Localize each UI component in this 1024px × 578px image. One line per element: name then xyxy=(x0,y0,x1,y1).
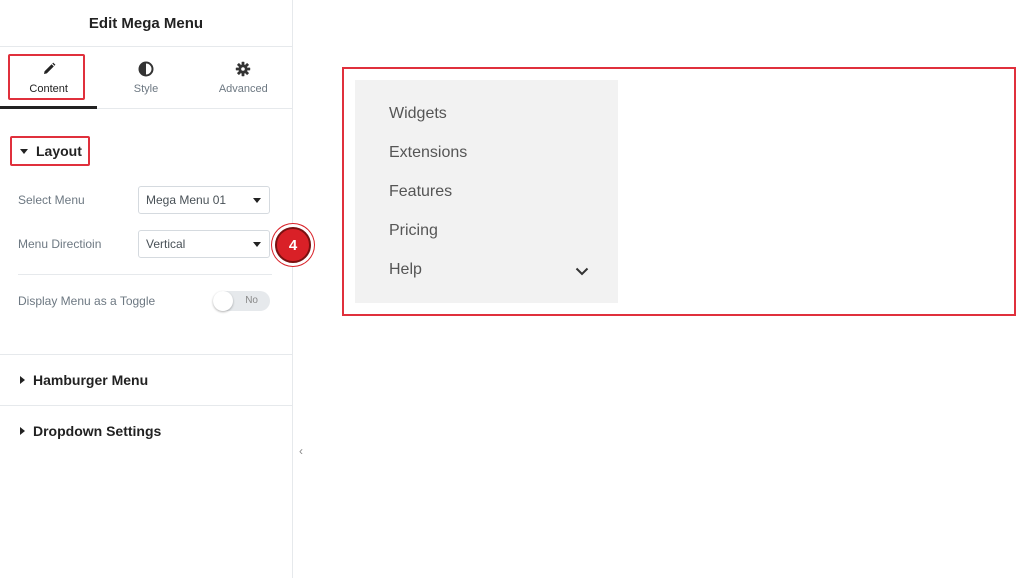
editor-panel: Edit Mega Menu Content Style Advanced La… xyxy=(0,0,293,578)
caret-right-icon xyxy=(20,376,25,384)
panel-title: Edit Mega Menu xyxy=(88,14,204,32)
layout-section-header[interactable]: Layout xyxy=(10,136,90,166)
toggle-label: Display Menu as a Toggle xyxy=(18,294,156,308)
dropdown-settings-section-header[interactable]: Dropdown Settings xyxy=(0,423,181,439)
menu-direction-value: Vertical xyxy=(146,237,186,251)
tab-style-label: Style xyxy=(133,82,159,95)
select-menu-control: Select Menu Mega Menu 01 xyxy=(18,186,270,214)
toggle-knob xyxy=(213,291,233,311)
panel-tabs: Content Style Advanced xyxy=(0,47,292,109)
tab-style[interactable]: Style xyxy=(97,47,194,108)
select-menu-label: Select Menu xyxy=(18,193,85,207)
menu-item-help[interactable]: Help xyxy=(389,261,422,279)
menu-item-features[interactable]: Features xyxy=(389,183,452,201)
dropdown-settings-title: Dropdown Settings xyxy=(33,423,162,439)
tab-content[interactable]: Content xyxy=(0,47,98,109)
hamburger-menu-section-header[interactable]: Hamburger Menu xyxy=(0,372,168,388)
tab-content-label: Content xyxy=(29,82,68,95)
divider xyxy=(18,274,272,275)
contrast-icon xyxy=(138,61,154,77)
gear-icon xyxy=(235,61,251,77)
section-divider xyxy=(0,405,293,406)
step-number-badge: 4 xyxy=(275,227,311,263)
menu-direction-dropdown[interactable]: Vertical xyxy=(138,230,270,258)
select-menu-dropdown[interactable]: Mega Menu 01 xyxy=(138,186,270,214)
chevron-down-icon xyxy=(253,241,261,247)
select-menu-value: Mega Menu 01 xyxy=(146,193,227,207)
section-divider xyxy=(0,354,293,355)
menu-item-extensions[interactable]: Extensions xyxy=(389,144,467,162)
mega-menu-preview: Widgets Extensions Features Pricing Help xyxy=(355,80,618,303)
hamburger-menu-title: Hamburger Menu xyxy=(33,372,149,388)
caret-right-icon xyxy=(20,427,25,435)
toggle-control: Display Menu as a Toggle No xyxy=(18,291,270,311)
menu-item-pricing[interactable]: Pricing xyxy=(389,222,438,240)
toggle-state-text: No xyxy=(245,295,258,306)
layout-section-title: Layout xyxy=(36,143,82,159)
chevron-down-icon xyxy=(253,197,261,203)
menu-direction-label: Menu Directioin xyxy=(18,237,102,251)
pencil-icon xyxy=(41,61,57,77)
menu-item-widgets[interactable]: Widgets xyxy=(389,105,447,123)
chevron-left-icon: ‹ xyxy=(299,444,303,458)
collapse-panel-button[interactable]: ‹ xyxy=(293,423,309,479)
tab-advanced[interactable]: Advanced xyxy=(195,47,292,108)
menu-direction-control: Menu Directioin Vertical xyxy=(18,230,270,258)
display-toggle-switch[interactable]: No xyxy=(213,291,270,311)
caret-down-icon xyxy=(20,148,28,154)
chevron-down-icon[interactable] xyxy=(575,263,589,281)
tab-advanced-label: Advanced xyxy=(218,82,268,95)
panel-header: Edit Mega Menu xyxy=(0,0,292,47)
